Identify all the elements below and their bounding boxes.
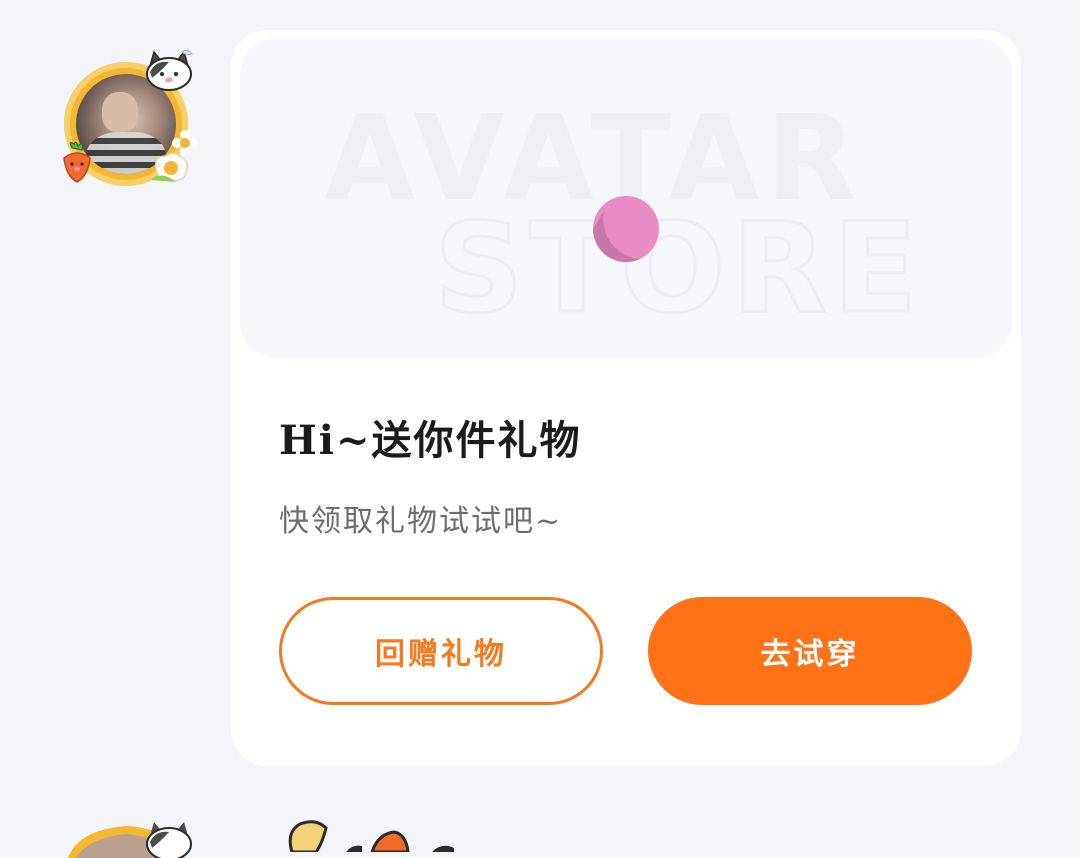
message-subtitle: 快领取礼物试试吧~: [279, 504, 563, 539]
try-on-button[interactable]: 去试穿: [648, 597, 972, 705]
watermark-store: STORE: [434, 197, 924, 341]
cat-icon: [146, 49, 193, 91]
sender-avatar-2[interactable]: [58, 818, 198, 858]
try-on-button-label: 去试穿: [760, 637, 860, 672]
sticker-artwork: [288, 820, 454, 852]
gift-back-button[interactable]: 回赠礼物: [279, 597, 603, 705]
pink-ball-icon: [592, 196, 659, 263]
avatar-2-artwork: [68, 822, 192, 858]
message-title: Hi~送你件礼物: [279, 417, 582, 464]
gift-back-button-label: 回赠礼物: [375, 637, 507, 672]
sender-avatar[interactable]: [58, 48, 198, 188]
avatar-store-banner: AVATAR STORE: [240, 39, 1012, 357]
gift-message-card: AVATAR STORE Hi~送你件礼物 快领取礼物试试吧~ 回赠礼物 去试穿: [231, 30, 1021, 766]
carrot-icon: [63, 141, 91, 183]
banner-artwork: AVATAR STORE: [324, 89, 924, 343]
next-message-sticker: [282, 818, 482, 852]
fried-egg-icon: [152, 152, 189, 182]
